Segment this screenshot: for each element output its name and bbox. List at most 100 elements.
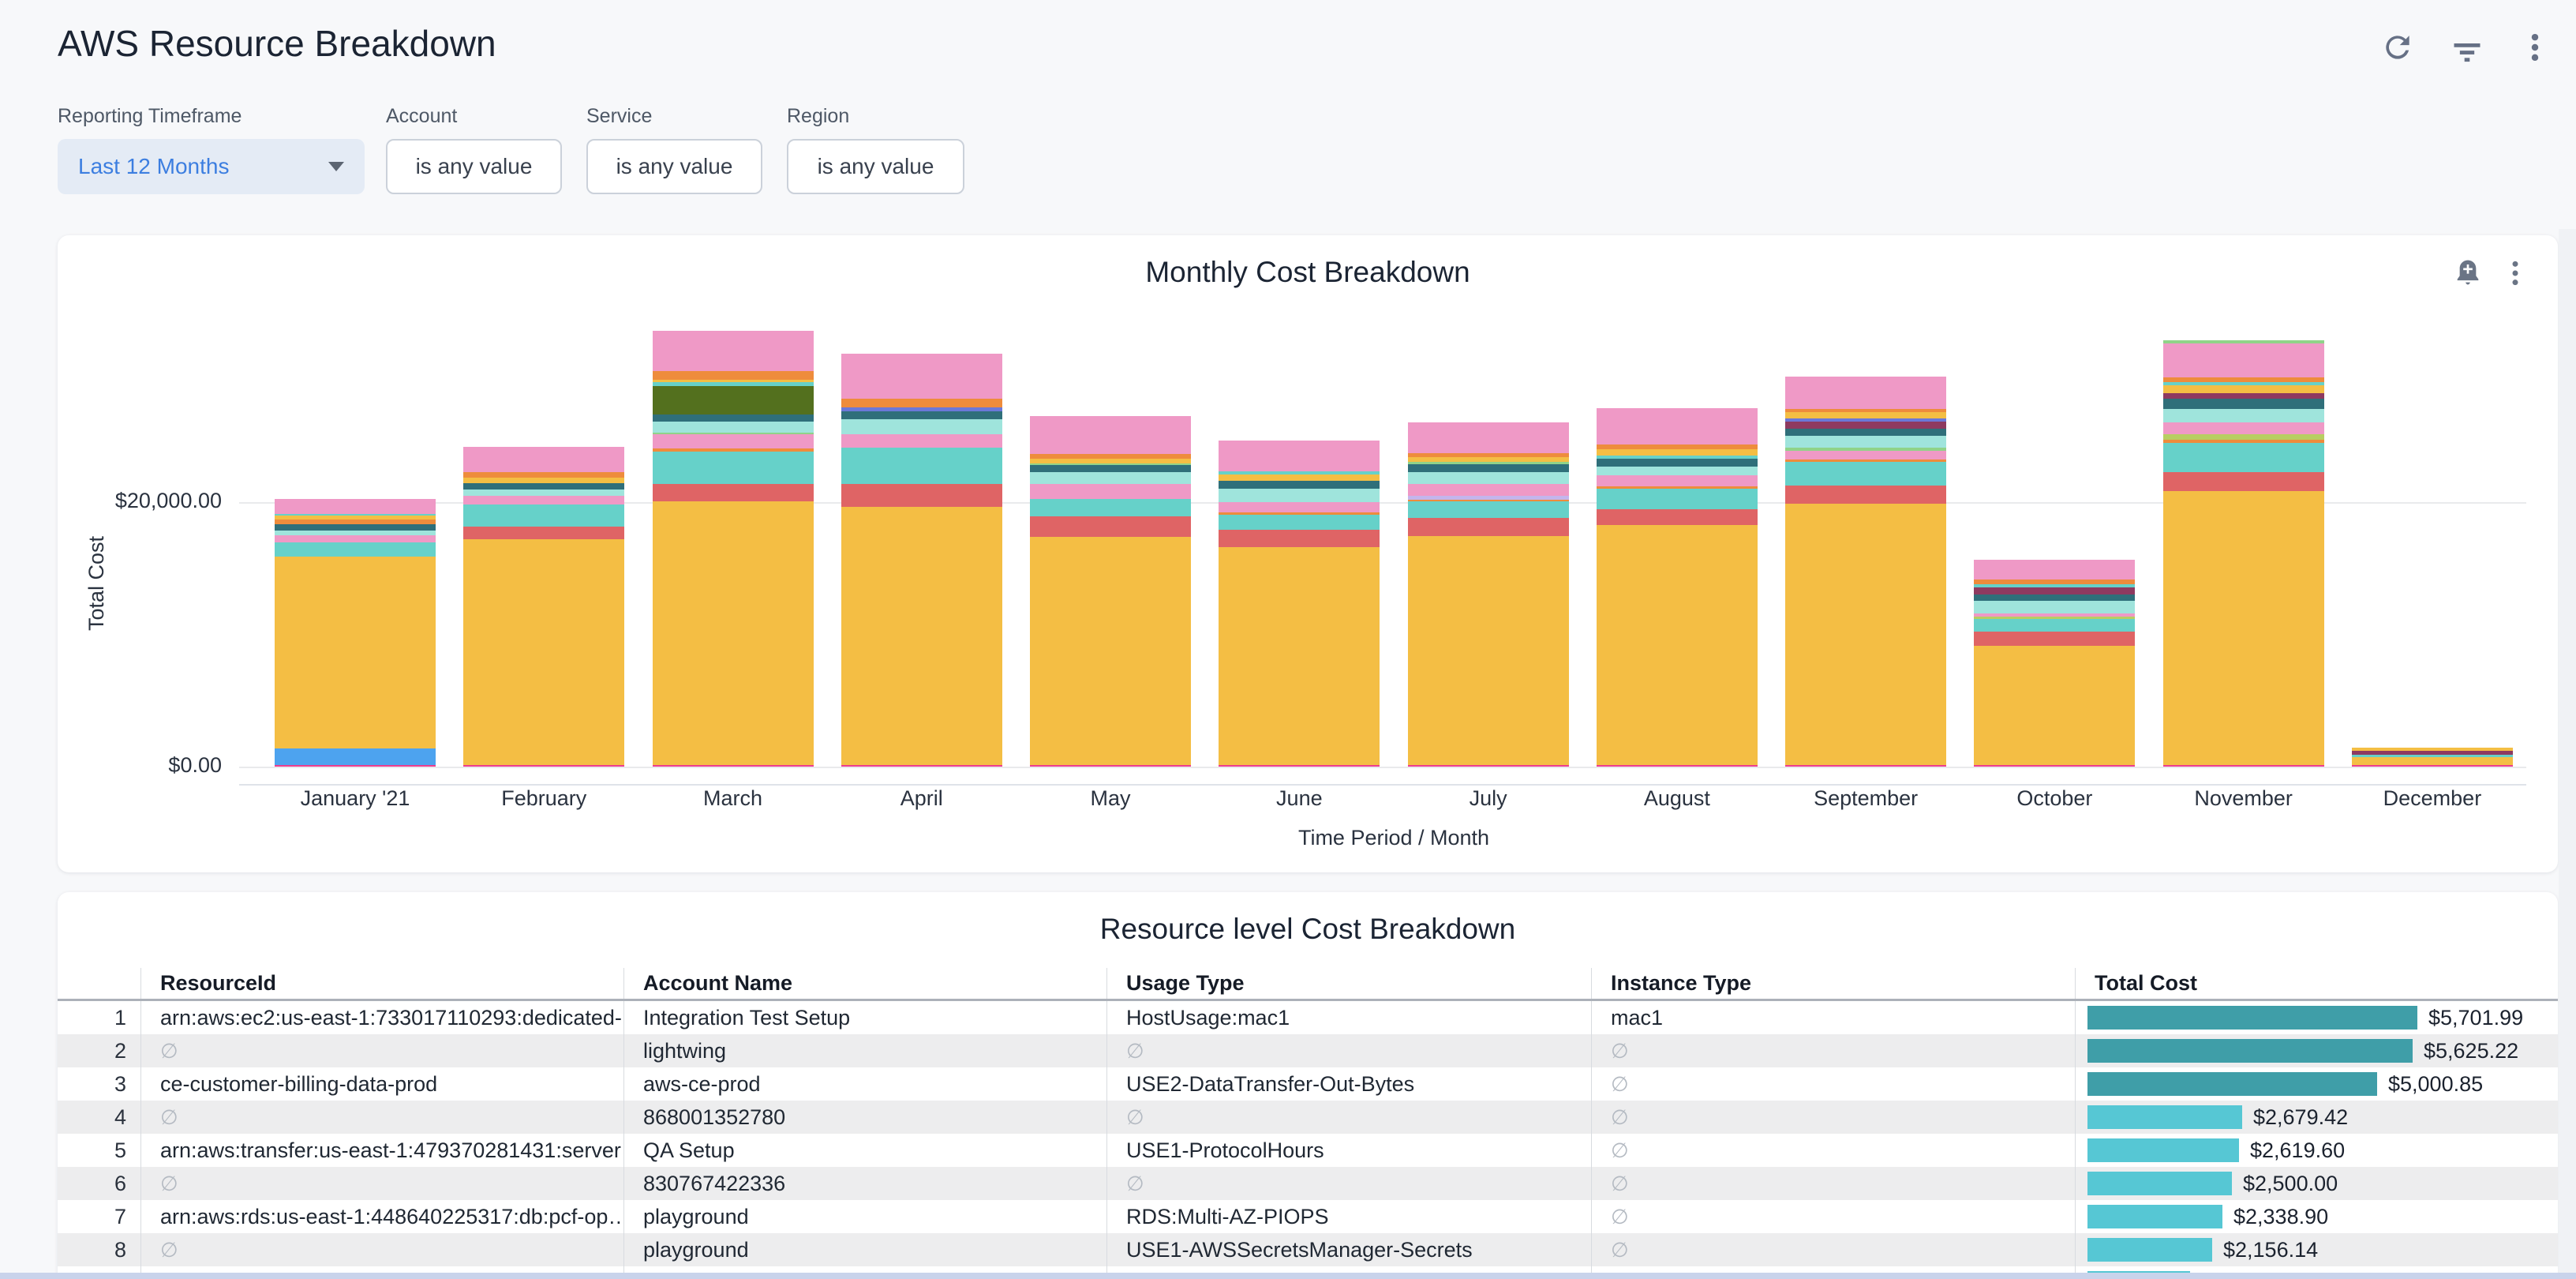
bar-segment-magenta[interactable] <box>1408 765 1569 767</box>
stacked-bar-January '21[interactable] <box>275 499 436 767</box>
stacked-bar-March[interactable] <box>653 331 814 767</box>
bar-segment-maroon[interactable] <box>1785 422 1946 429</box>
bar-segment-yellow[interactable] <box>275 557 436 749</box>
bar-segment-yellow[interactable] <box>1785 504 1946 765</box>
bar-segment-lightteal[interactable] <box>653 422 814 432</box>
stacked-bar-October[interactable] <box>1974 560 2135 767</box>
bar-segment-red[interactable] <box>1597 509 1758 525</box>
bar-segment-lightteal[interactable] <box>1030 472 1191 484</box>
resource-id-cell[interactable]: ∅ <box>141 1101 624 1134</box>
bar-segment-teal[interactable] <box>1974 619 2135 632</box>
bar-segment-magenta[interactable] <box>1219 765 1380 767</box>
stacked-bar-February[interactable] <box>463 447 624 767</box>
bar-segment-pink[interactable] <box>1030 416 1191 454</box>
bar-segment-teal[interactable] <box>1030 499 1191 517</box>
account-name-cell[interactable]: playground <box>624 1233 1107 1266</box>
table-row[interactable]: 7arn:aws:rds:us-east-1:448640225317:db:p… <box>58 1200 2558 1233</box>
bar-segment-olive[interactable] <box>653 386 814 414</box>
column-header-Instance Type[interactable]: Instance Type <box>1592 968 2076 999</box>
horizontal-scrollbar-thumb[interactable] <box>0 1273 2576 1279</box>
bar-segment-yellow[interactable] <box>653 501 814 764</box>
bar-segment-lightteal[interactable] <box>841 419 1002 434</box>
usage-type-cell[interactable]: USE2-DataTransfer-Out-Bytes <box>1107 1067 1592 1101</box>
bar-segment-magenta[interactable] <box>275 765 436 767</box>
bar-segment-pink[interactable] <box>2163 343 2324 378</box>
bar-segment-magenta[interactable] <box>1974 765 2135 767</box>
cost-bar[interactable] <box>2087 1039 2413 1063</box>
bar-segment-yellow[interactable] <box>2352 757 2513 765</box>
refresh-icon[interactable] <box>2380 30 2415 65</box>
total-cost-cell[interactable]: $5,701.99 <box>2076 1001 2558 1034</box>
bar-segment-darkteal[interactable] <box>1408 464 1569 471</box>
bar-segment-darkteal[interactable] <box>653 414 814 422</box>
bar-segment-pink[interactable] <box>1785 451 1946 460</box>
bar-segment-lightteal[interactable] <box>463 489 624 495</box>
stacked-bar-June[interactable] <box>1219 441 1380 767</box>
service-filter-button[interactable]: is any value <box>586 139 762 194</box>
bar-segment-darkteal[interactable] <box>1030 465 1191 472</box>
bar-segment-teal[interactable] <box>463 504 624 527</box>
bar-segment-pink[interactable] <box>1219 441 1380 471</box>
table-row[interactable]: 3ce-customer-billing-data-prodaws-ce-pro… <box>58 1067 2558 1101</box>
account-name-cell[interactable]: playground <box>624 1200 1107 1233</box>
bar-segment-yellow[interactable] <box>2163 385 2324 393</box>
bar-segment-darkteal[interactable] <box>463 483 624 490</box>
bar-segment-magenta[interactable] <box>463 765 624 767</box>
total-cost-cell[interactable]: $2,156.14 <box>2076 1233 2558 1266</box>
bar-segment-orange[interactable] <box>841 399 1002 407</box>
bar-segment-yellow[interactable] <box>1219 547 1380 765</box>
bar-segment-yellow[interactable] <box>1219 474 1380 481</box>
bar-segment-magenta[interactable] <box>1597 765 1758 767</box>
usage-type-cell[interactable]: ∅ <box>1107 1101 1592 1134</box>
usage-type-cell[interactable]: RDS:Multi-AZ-PIOPS <box>1107 1200 1592 1233</box>
instance-type-cell[interactable]: ∅ <box>1592 1200 2076 1233</box>
cost-bar[interactable] <box>2087 1138 2239 1162</box>
bar-segment-magenta[interactable] <box>841 765 1002 767</box>
bar-segment-pink[interactable] <box>2163 422 2324 435</box>
cost-bar[interactable] <box>2087 1105 2242 1129</box>
bar-segment-darkteal[interactable] <box>1219 481 1380 489</box>
bar-segment-pink[interactable] <box>275 535 436 542</box>
bar-segment-red[interactable] <box>1219 530 1380 547</box>
bar-segment-orange[interactable] <box>463 472 624 478</box>
bar-segment-lightteal[interactable] <box>1974 601 2135 613</box>
stacked-bar-July[interactable] <box>1408 422 1569 767</box>
bar-segment-maroon[interactable] <box>2163 393 2324 399</box>
bar-segment-yellow[interactable] <box>463 478 624 483</box>
bar-segment-yellow[interactable] <box>1974 646 2135 765</box>
bar-segment-magenta[interactable] <box>653 765 814 767</box>
resource-id-cell[interactable]: ∅ <box>141 1233 624 1266</box>
kebab-menu-icon[interactable] <box>2518 30 2552 65</box>
bar-segment-yellow[interactable] <box>1408 536 1569 765</box>
bar-segment-darkteal[interactable] <box>1974 594 2135 602</box>
bar-segment-darkteal[interactable] <box>1785 429 1946 436</box>
bar-segment-pink[interactable] <box>653 434 814 448</box>
bar-segment-lightteal[interactable] <box>1219 489 1380 501</box>
bar-segment-teal[interactable] <box>841 448 1002 484</box>
table-row[interactable]: 4∅868001352780∅∅$2,679.42 <box>58 1101 2558 1134</box>
account-name-cell[interactable]: 868001352780 <box>624 1101 1107 1134</box>
bar-segment-magenta[interactable] <box>1030 765 1191 767</box>
cost-bar[interactable] <box>2087 1238 2212 1262</box>
stacked-bar-April[interactable] <box>841 354 1002 767</box>
account-filter-button[interactable]: is any value <box>386 139 562 194</box>
account-name-cell[interactable]: lightwing <box>624 1034 1107 1067</box>
instance-type-cell[interactable]: mac1 <box>1592 1001 2076 1034</box>
resource-id-cell[interactable]: arn:aws:ec2:us-east-1:733017110293:dedic… <box>141 1001 624 1034</box>
instance-type-cell[interactable]: ∅ <box>1592 1233 2076 1266</box>
bar-segment-red[interactable] <box>2163 472 2324 490</box>
bar-segment-yellow[interactable] <box>841 507 1002 765</box>
region-filter-button[interactable]: is any value <box>787 139 964 194</box>
table-row[interactable]: 8∅playgroundUSE1-AWSSecretsManager-Secre… <box>58 1233 2558 1266</box>
bar-segment-lightteal[interactable] <box>1408 472 1569 484</box>
account-name-cell[interactable]: QA Setup <box>624 1134 1107 1167</box>
bar-segment-magenta[interactable] <box>1785 765 1946 767</box>
timeframe-dropdown[interactable]: Last 12 Months <box>58 139 365 194</box>
bar-segment-lightteal[interactable] <box>1785 436 1946 448</box>
account-name-cell[interactable]: aws-ce-prod <box>624 1067 1107 1101</box>
bar-segment-lime[interactable] <box>2163 434 2324 440</box>
total-cost-cell[interactable]: $2,338.90 <box>2076 1200 2558 1233</box>
bar-segment-red[interactable] <box>1785 486 1946 504</box>
bar-segment-lightteal[interactable] <box>2163 409 2324 422</box>
bar-segment-pink[interactable] <box>653 331 814 372</box>
